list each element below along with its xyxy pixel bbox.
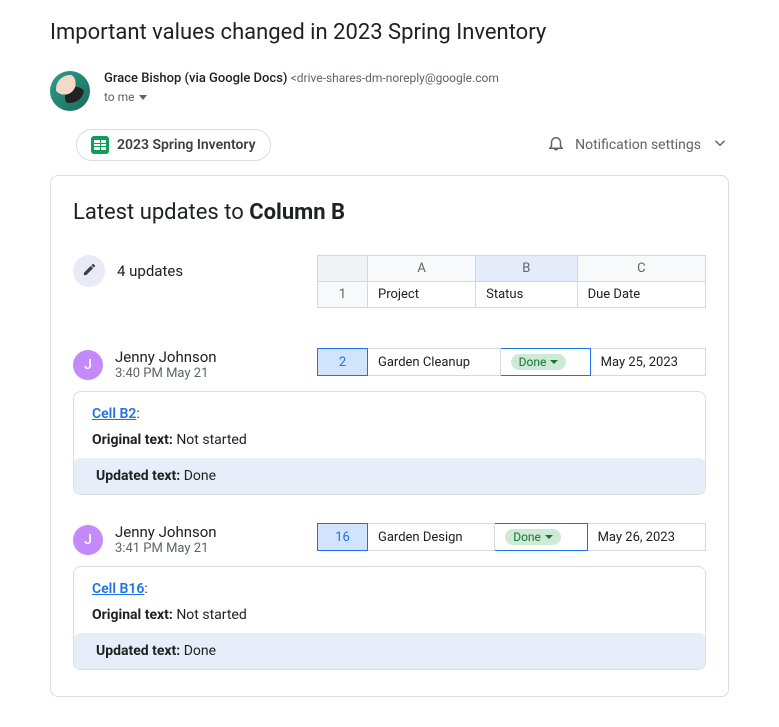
sender-name: Grace Bishop (via Google Docs) — [104, 71, 287, 86]
original-text-line: Original text: Not started — [92, 432, 687, 448]
chevron-down-icon — [550, 360, 558, 364]
header-project: Project — [368, 282, 476, 308]
status-pill[interactable]: Done — [511, 354, 567, 370]
sender-line: Grace Bishop (via Google Docs) <drive-sh… — [104, 71, 499, 86]
card-title: Latest updates to Column B — [73, 200, 706, 225]
cell-due: May 26, 2023 — [587, 524, 705, 551]
original-text-line: Original text: Not started — [92, 607, 687, 623]
updated-value: Done — [184, 468, 216, 484]
cell-prefix: Cell — [92, 581, 119, 597]
card-title-column: Column B — [249, 200, 345, 225]
cell-due: May 25, 2023 — [590, 349, 705, 376]
cell-project: Garden Design — [368, 524, 495, 551]
sender-avatar[interactable] — [50, 71, 90, 111]
row-number: 1 — [318, 282, 368, 308]
chevron-down-icon — [711, 134, 729, 156]
status-pill-label: Done — [519, 355, 547, 369]
pencil-icon — [82, 262, 97, 281]
cell-ref: B2 — [119, 406, 136, 422]
cell-status: Done — [500, 349, 590, 376]
original-value: Not started — [176, 607, 246, 623]
updated-text-line: Updated text: Done — [74, 458, 705, 494]
user-avatar[interactable]: J — [73, 350, 103, 380]
sender-email: <drive-shares-dm-noreply@google.com — [291, 71, 499, 85]
change-grid: 2 Garden Cleanup Done May 25, 2023 — [317, 348, 706, 376]
user-name: Jenny Johnson — [115, 523, 217, 541]
user-avatar[interactable]: J — [73, 525, 103, 555]
to-line[interactable]: to me — [104, 90, 499, 104]
to-label: to me — [104, 90, 135, 104]
change-detail: Cell B16: Original text: Not started Upd… — [73, 566, 706, 670]
user-name: Jenny Johnson — [115, 348, 217, 366]
row-number: 16 — [318, 524, 368, 551]
updates-count: 4 updates — [117, 262, 183, 280]
header-grid: A B C 1 Project Status Due Date — [317, 255, 706, 308]
cell-status: Done — [495, 524, 587, 551]
card-title-prefix: Latest updates to — [73, 200, 249, 225]
notification-settings[interactable]: Notification settings — [547, 134, 729, 156]
header-due: Due Date — [577, 282, 705, 308]
sheets-icon — [91, 136, 109, 154]
chevron-down-icon — [139, 95, 147, 100]
col-header-b: B — [476, 256, 577, 282]
original-label: Original text: — [92, 432, 173, 448]
change-row: J Jenny Johnson 3:40 PM May 21 2 Garden … — [73, 348, 706, 381]
original-value: Not started — [176, 432, 246, 448]
summary-row: 4 updates A B C 1 Project Status Due Dat… — [73, 255, 706, 308]
user-timestamp: 3:41 PM May 21 — [115, 541, 217, 556]
email-subject: Important values changed in 2023 Spring … — [50, 20, 729, 45]
status-pill-label: Done — [513, 530, 541, 544]
cell-project: Garden Cleanup — [368, 349, 501, 376]
updated-label: Updated text: — [96, 643, 180, 659]
status-pill[interactable]: Done — [505, 529, 561, 545]
header-status: Status — [476, 282, 577, 308]
document-chip-label: 2023 Spring Inventory — [117, 137, 256, 153]
col-header-a: A — [368, 256, 476, 282]
updates-card: Latest updates to Column B 4 updates A B… — [50, 175, 729, 697]
updated-text-line: Updated text: Done — [74, 633, 705, 669]
updated-value: Done — [184, 643, 216, 659]
mail-header: Grace Bishop (via Google Docs) <drive-sh… — [50, 71, 729, 111]
row-number: 2 — [318, 349, 368, 376]
chevron-down-icon — [545, 535, 553, 539]
cell-ref-line: Cell B16: — [92, 581, 687, 597]
cell-link[interactable]: Cell B16 — [92, 581, 144, 597]
document-chip[interactable]: 2023 Spring Inventory — [76, 129, 271, 161]
grid-corner — [318, 256, 368, 282]
change-row: J Jenny Johnson 3:41 PM May 21 16 Garden… — [73, 523, 706, 556]
cell-ref: B16 — [119, 581, 144, 597]
bell-icon — [547, 134, 565, 156]
cell-prefix: Cell — [92, 406, 119, 422]
edit-badge — [73, 255, 105, 287]
updated-label: Updated text: — [96, 468, 180, 484]
change-grid: 16 Garden Design Done May 26, 2023 — [317, 523, 706, 551]
user-timestamp: 3:40 PM May 21 — [115, 366, 217, 381]
chip-row: 2023 Spring Inventory Notification setti… — [50, 129, 729, 161]
col-header-c: C — [577, 256, 705, 282]
cell-link[interactable]: Cell B2 — [92, 406, 136, 422]
notification-settings-label: Notification settings — [575, 137, 701, 153]
original-label: Original text: — [92, 607, 173, 623]
change-detail: Cell B2: Original text: Not started Upda… — [73, 391, 706, 495]
cell-ref-line: Cell B2: — [92, 406, 687, 422]
